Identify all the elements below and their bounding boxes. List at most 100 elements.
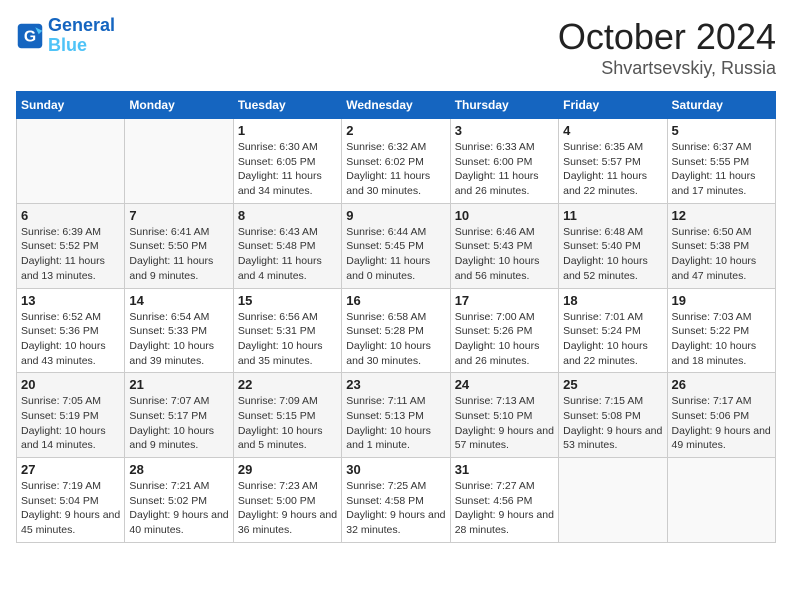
calendar-cell: 27Sunrise: 7:19 AM Sunset: 5:04 PM Dayli…	[17, 458, 125, 543]
day-info: Sunrise: 7:15 AM Sunset: 5:08 PM Dayligh…	[563, 394, 662, 453]
calendar-cell: 29 Sunrise: 7:23 AM Sunset: 5:00 PM Dayli…	[233, 458, 341, 543]
day-info: Sunrise: 7:09 AM Sunset: 5:15 PM Dayligh…	[238, 394, 337, 453]
day-info: Sunrise: 6:41 AM Sunset: 5:50 PM Dayligh…	[129, 225, 228, 284]
calendar-week-1: 1Sunrise: 6:30 AM Sunset: 6:05 PM Daylig…	[17, 119, 776, 204]
calendar-cell: 8 Sunrise: 6:43 AM Sunset: 5:48 PM Daylig…	[233, 203, 341, 288]
day-info: Sunrise: 6:35 AM Sunset: 5:57 PM Dayligh…	[563, 140, 662, 199]
calendar-cell: 7 Sunrise: 6:41 AM Sunset: 5:50 PM Daylig…	[125, 203, 233, 288]
logo-icon: G	[16, 22, 44, 50]
day-info: Sunrise: 6:46 AM Sunset: 5:43 PM Dayligh…	[455, 225, 554, 284]
calendar-cell: 12Sunrise: 6:50 AM Sunset: 5:38 PM Dayli…	[667, 203, 775, 288]
calendar-week-4: 20 Sunrise: 7:05 AM Sunset: 5:19 PM Dayli…	[17, 373, 776, 458]
weekday-header-thursday: Thursday	[450, 92, 558, 119]
day-info: Sunrise: 7:13 AM Sunset: 5:10 PM Dayligh…	[455, 394, 554, 453]
calendar-cell: 19 Sunrise: 7:03 AM Sunset: 5:22 PM Dayli…	[667, 288, 775, 373]
day-number: 8	[238, 208, 337, 223]
calendar-cell: 20 Sunrise: 7:05 AM Sunset: 5:19 PM Dayli…	[17, 373, 125, 458]
title-block: October 2024 Shvartsevskiy, Russia	[558, 16, 776, 79]
day-info: Sunrise: 6:52 AM Sunset: 5:36 PM Dayligh…	[21, 310, 120, 369]
calendar-cell: 6 Sunrise: 6:39 AM Sunset: 5:52 PM Daylig…	[17, 203, 125, 288]
day-info: Sunrise: 6:37 AM Sunset: 5:55 PM Dayligh…	[672, 140, 771, 199]
calendar-cell: 24Sunrise: 7:13 AM Sunset: 5:10 PM Dayli…	[450, 373, 558, 458]
day-number: 26	[672, 377, 771, 392]
day-info: Sunrise: 6:32 AM Sunset: 6:02 PM Dayligh…	[346, 140, 445, 199]
day-info: Sunrise: 6:48 AM Sunset: 5:40 PM Dayligh…	[563, 225, 662, 284]
calendar-cell	[17, 119, 125, 204]
day-number: 5	[672, 123, 771, 138]
day-info: Sunrise: 7:25 AM Sunset: 4:58 PM Dayligh…	[346, 479, 445, 538]
weekday-header-tuesday: Tuesday	[233, 92, 341, 119]
location-title: Shvartsevskiy, Russia	[558, 58, 776, 79]
day-number: 14	[129, 293, 228, 308]
day-number: 20	[21, 377, 120, 392]
day-number: 9	[346, 208, 445, 223]
day-info: Sunrise: 6:30 AM Sunset: 6:05 PM Dayligh…	[238, 140, 337, 199]
day-number: 31	[455, 462, 554, 477]
weekday-header-row: SundayMondayTuesdayWednesdayThursdayFrid…	[17, 92, 776, 119]
logo-text: GeneralBlue	[48, 16, 115, 56]
calendar-cell: 11 Sunrise: 6:48 AM Sunset: 5:40 PM Dayli…	[559, 203, 667, 288]
calendar-cell: 31 Sunrise: 7:27 AM Sunset: 4:56 PM Dayli…	[450, 458, 558, 543]
day-number: 29	[238, 462, 337, 477]
weekday-header-friday: Friday	[559, 92, 667, 119]
calendar-cell: 5 Sunrise: 6:37 AM Sunset: 5:55 PM Daylig…	[667, 119, 775, 204]
calendar-cell	[559, 458, 667, 543]
day-number: 15	[238, 293, 337, 308]
day-number: 12	[672, 208, 771, 223]
day-number: 22	[238, 377, 337, 392]
day-info: Sunrise: 7:19 AM Sunset: 5:04 PM Dayligh…	[21, 479, 120, 538]
day-number: 7	[129, 208, 228, 223]
day-info: Sunrise: 6:39 AM Sunset: 5:52 PM Dayligh…	[21, 225, 120, 284]
day-number: 19	[672, 293, 771, 308]
day-number: 17	[455, 293, 554, 308]
day-info: Sunrise: 6:58 AM Sunset: 5:28 PM Dayligh…	[346, 310, 445, 369]
day-number: 11	[563, 208, 662, 223]
day-number: 2	[346, 123, 445, 138]
day-number: 6	[21, 208, 120, 223]
weekday-header-saturday: Saturday	[667, 92, 775, 119]
calendar-cell	[667, 458, 775, 543]
day-info: Sunrise: 7:03 AM Sunset: 5:22 PM Dayligh…	[672, 310, 771, 369]
day-info: Sunrise: 7:17 AM Sunset: 5:06 PM Dayligh…	[672, 394, 771, 453]
calendar-cell: 22 Sunrise: 7:09 AM Sunset: 5:15 PM Dayli…	[233, 373, 341, 458]
weekday-header-wednesday: Wednesday	[342, 92, 450, 119]
day-number: 23	[346, 377, 445, 392]
day-info: Sunrise: 7:27 AM Sunset: 4:56 PM Dayligh…	[455, 479, 554, 538]
day-number: 25	[563, 377, 662, 392]
day-info: Sunrise: 7:23 AM Sunset: 5:00 PM Dayligh…	[238, 479, 337, 538]
calendar-cell: 18Sunrise: 7:01 AM Sunset: 5:24 PM Dayli…	[559, 288, 667, 373]
calendar-cell: 30 Sunrise: 7:25 AM Sunset: 4:58 PM Dayli…	[342, 458, 450, 543]
calendar-cell: 26 Sunrise: 7:17 AM Sunset: 5:06 PM Dayli…	[667, 373, 775, 458]
calendar-cell: 13 Sunrise: 6:52 AM Sunset: 5:36 PM Dayli…	[17, 288, 125, 373]
calendar-cell: 2 Sunrise: 6:32 AM Sunset: 6:02 PM Daylig…	[342, 119, 450, 204]
day-info: Sunrise: 7:11 AM Sunset: 5:13 PM Dayligh…	[346, 394, 445, 453]
logo: G GeneralBlue	[16, 16, 115, 56]
weekday-header-monday: Monday	[125, 92, 233, 119]
calendar-cell: 4Sunrise: 6:35 AM Sunset: 5:57 PM Daylig…	[559, 119, 667, 204]
day-number: 13	[21, 293, 120, 308]
day-number: 30	[346, 462, 445, 477]
day-info: Sunrise: 7:05 AM Sunset: 5:19 PM Dayligh…	[21, 394, 120, 453]
calendar-cell	[125, 119, 233, 204]
calendar-cell: 3 Sunrise: 6:33 AM Sunset: 6:00 PM Daylig…	[450, 119, 558, 204]
calendar-week-2: 6 Sunrise: 6:39 AM Sunset: 5:52 PM Daylig…	[17, 203, 776, 288]
calendar-cell: 9 Sunrise: 6:44 AM Sunset: 5:45 PM Daylig…	[342, 203, 450, 288]
calendar-cell: 21 Sunrise: 7:07 AM Sunset: 5:17 PM Dayli…	[125, 373, 233, 458]
calendar-cell: 23 Sunrise: 7:11 AM Sunset: 5:13 PM Dayli…	[342, 373, 450, 458]
day-number: 3	[455, 123, 554, 138]
day-info: Sunrise: 6:44 AM Sunset: 5:45 PM Dayligh…	[346, 225, 445, 284]
calendar-cell: 15Sunrise: 6:56 AM Sunset: 5:31 PM Dayli…	[233, 288, 341, 373]
calendar-cell: 25 Sunrise: 7:15 AM Sunset: 5:08 PM Dayli…	[559, 373, 667, 458]
calendar-table: SundayMondayTuesdayWednesdayThursdayFrid…	[16, 91, 776, 543]
day-info: Sunrise: 6:43 AM Sunset: 5:48 PM Dayligh…	[238, 225, 337, 284]
svg-text:G: G	[24, 28, 36, 45]
day-info: Sunrise: 6:33 AM Sunset: 6:00 PM Dayligh…	[455, 140, 554, 199]
month-title: October 2024	[558, 16, 776, 58]
calendar-week-5: 27Sunrise: 7:19 AM Sunset: 5:04 PM Dayli…	[17, 458, 776, 543]
calendar-cell: 28Sunrise: 7:21 AM Sunset: 5:02 PM Dayli…	[125, 458, 233, 543]
day-number: 21	[129, 377, 228, 392]
day-number: 18	[563, 293, 662, 308]
calendar-cell: 10Sunrise: 6:46 AM Sunset: 5:43 PM Dayli…	[450, 203, 558, 288]
day-info: Sunrise: 7:07 AM Sunset: 5:17 PM Dayligh…	[129, 394, 228, 453]
day-info: Sunrise: 6:54 AM Sunset: 5:33 PM Dayligh…	[129, 310, 228, 369]
